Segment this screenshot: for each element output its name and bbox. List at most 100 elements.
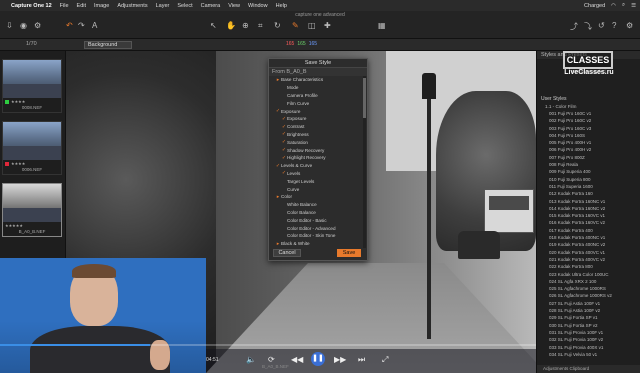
thumbnail-2[interactable]: ★★★★ 0006.NEF <box>2 121 62 175</box>
style-item-row[interactable]: ✓ Shadow Recovery <box>269 146 365 154</box>
style-list-item[interactable]: 034 SL Fuji Velvia 50 v1 <box>549 351 640 358</box>
thumbnail-3[interactable]: ★★★★★ B_A0_B.NEF <box>2 183 62 237</box>
style-list-item[interactable]: 006 Fuji Pro 400H v2 <box>549 146 640 153</box>
style-list-item[interactable]: 014 Kodak Portra 160NC v2 <box>549 205 640 212</box>
menu-layer[interactable]: Layer <box>156 3 170 9</box>
style-item-row[interactable]: Target Levels <box>269 177 365 185</box>
loop-icon[interactable]: ⟳ <box>268 355 275 364</box>
style-item-row[interactable]: ▸ Color <box>269 193 365 201</box>
text-tool-icon[interactable]: A <box>92 21 97 30</box>
style-list-item[interactable]: 010 Fuji Superia 800 <box>549 176 640 183</box>
style-item-row[interactable]: Film Curve <box>269 99 365 107</box>
picker-tool-icon[interactable]: ✚ <box>324 21 331 30</box>
rewind-icon[interactable]: ◀◀ <box>291 355 303 364</box>
eraser-tool-icon[interactable]: ◫ <box>308 21 316 30</box>
style-item-row[interactable]: ✓ Exposure <box>269 107 365 115</box>
style-item-row[interactable]: White Balance <box>269 201 365 209</box>
style-list-item[interactable]: 026 SL Agfachrome 1000RS v2 <box>549 292 640 299</box>
style-item-row[interactable]: Color Editor - Advanced <box>269 224 365 232</box>
camera-icon[interactable]: ◉ <box>20 21 27 30</box>
brush-tool-icon[interactable]: ✎ <box>292 21 299 30</box>
style-list-item[interactable]: 007 Fuji Pro 800Z <box>549 154 640 161</box>
menu-view[interactable]: View <box>228 3 240 9</box>
style-item-row[interactable]: Camera Profile <box>269 92 365 100</box>
style-list-item[interactable]: 028 SL Fuji Astia 100F v2 <box>549 307 640 314</box>
style-item-row[interactable]: Mode <box>269 84 365 92</box>
style-list-item[interactable]: 020 Kodak Portra 400VC v1 <box>549 249 640 256</box>
style-item-row[interactable]: Color Balance <box>269 209 365 217</box>
style-group[interactable]: 1.1 - Color Film <box>537 104 640 109</box>
save-button[interactable]: Save <box>337 249 361 257</box>
style-list-item[interactable]: 004 Fuji Pro 160S <box>549 132 640 139</box>
style-item-row[interactable]: ✓ Brightness <box>269 131 365 139</box>
cancel-button[interactable]: Cancel <box>273 249 301 257</box>
menu-file[interactable]: File <box>60 3 69 9</box>
search-icon[interactable]: ⌕ <box>622 2 625 9</box>
menu-select[interactable]: Select <box>177 3 192 9</box>
menu-edit[interactable]: Edit <box>77 3 86 9</box>
grid-view-icon[interactable]: ▦ <box>378 21 386 30</box>
menu-adjustments[interactable]: Adjustments <box>117 3 147 9</box>
style-list-item[interactable]: 003 Fuji Pro 160C v3 <box>549 125 640 132</box>
skip-icon[interactable]: ⏭ <box>358 355 365 365</box>
style-list-item[interactable]: 030 SL Fuji Fortia SP v2 <box>549 322 640 329</box>
style-item-row[interactable]: ✓ Exposure <box>269 115 365 123</box>
style-item-row[interactable]: ✓ Saturation <box>269 138 365 146</box>
style-item-row[interactable]: ▸ Black & White <box>269 240 365 248</box>
style-list-item[interactable]: 027 SL Fuji Astia 100F v1 <box>549 300 640 307</box>
rotate-tool-icon[interactable]: ↻ <box>274 21 281 30</box>
style-list-item[interactable]: 029 SL Fuji Fortia SP v1 <box>549 314 640 321</box>
style-list-item[interactable]: 008 Fuji Reala <box>549 161 640 168</box>
style-item-row[interactable]: ✓ Highlight Recovery <box>269 154 365 162</box>
menu-list-icon[interactable]: ☰ <box>631 3 636 9</box>
cursor-tool-icon[interactable]: ↖ <box>210 21 217 30</box>
style-list-item[interactable]: 022 Kodak Portra 800 <box>549 263 640 270</box>
style-item-row[interactable]: ▸ Base Characteristics <box>269 76 365 84</box>
menu-window[interactable]: Window <box>248 3 268 9</box>
dialog-scrollbar[interactable] <box>363 76 366 248</box>
menu-camera[interactable]: Camera <box>201 3 221 9</box>
redo-icon[interactable]: ↷ <box>78 21 85 30</box>
wifi-icon[interactable]: ◠ <box>611 3 616 9</box>
reset-icon[interactable]: ↺ <box>598 21 605 30</box>
style-list-item[interactable]: 023 Kodak Ultra Color 100UC <box>549 271 640 278</box>
style-list-item[interactable]: 025 SL Agfachrome 1000RS <box>549 285 640 292</box>
style-list-item[interactable]: 002 Fuji Pro 160C v2 <box>549 117 640 124</box>
apply-adjustments-icon[interactable]: ⤵ <box>584 21 592 32</box>
pan-tool-icon[interactable]: ✋ <box>226 21 236 30</box>
video-progress-bar[interactable] <box>0 344 536 346</box>
style-list-item[interactable]: 001 Fuji Pro 160C v1 <box>549 110 640 117</box>
style-list-item[interactable]: 016 Kodak Portra 160VC v2 <box>549 219 640 226</box>
style-item-row[interactable]: Color Editor - Skin Tone <box>269 232 365 240</box>
adjustments-clipboard-tab[interactable]: Adjustments Clipboard <box>537 365 640 373</box>
scrollbar-thumb[interactable] <box>363 78 366 118</box>
style-list-item[interactable]: 011 Fuji Superia 1600 <box>549 183 640 190</box>
process-icon[interactable]: ⚙ <box>34 21 41 30</box>
style-list-item[interactable]: 019 Kodak Portra 400NC v2 <box>549 241 640 248</box>
settings-icon[interactable]: ⚙ <box>626 21 633 30</box>
style-list-item[interactable]: 009 Fuji Superia 400 <box>549 168 640 175</box>
style-item-row[interactable]: Curve <box>269 185 365 193</box>
style-list-item[interactable]: 017 Kodak Portra 400 <box>549 227 640 234</box>
style-list-item[interactable]: 012 Kodak Portra 160 <box>549 190 640 197</box>
thumbnail-1[interactable]: ★★★★ 0008.NEF <box>2 59 62 113</box>
zoom-tool-icon[interactable]: ⊕ <box>242 21 249 30</box>
menu-help[interactable]: Help <box>276 3 287 9</box>
copy-adjustments-icon[interactable]: ⤴ <box>570 21 578 32</box>
style-list-item[interactable]: 013 Kodak Portra 160NC v1 <box>549 198 640 205</box>
volume-icon[interactable]: 🔈 <box>246 355 256 364</box>
style-list-item[interactable]: 021 Kodak Portra 400VC v2 <box>549 256 640 263</box>
import-icon[interactable]: ⇩ <box>6 21 13 30</box>
style-list-item[interactable]: 015 Kodak Portra 160VC v1 <box>549 212 640 219</box>
play-pause-button[interactable]: ❚❚ <box>311 352 325 366</box>
layer-selector[interactable]: Background <box>84 41 132 49</box>
style-list-item[interactable]: 033 SL Fuji Provia 400X v1 <box>549 344 640 351</box>
style-item-row[interactable]: ✓ Levels & Curve <box>269 162 365 170</box>
style-list-item[interactable]: 032 SL Fuji Provia 100F v2 <box>549 336 640 343</box>
style-list-item[interactable]: 031 SL Fuji Provia 100F v1 <box>549 329 640 336</box>
style-item-row[interactable]: Color Editor - Basic <box>269 216 365 224</box>
style-items-list[interactable]: ▸ Base Characteristics Mode Camera Profile F… <box>269 76 365 248</box>
fullscreen-icon[interactable]: ⤢ <box>382 355 388 365</box>
style-list-item[interactable]: 018 Kodak Portra 400NC v1 <box>549 234 640 241</box>
menu-app-name[interactable]: Capture One 12 <box>11 3 52 9</box>
